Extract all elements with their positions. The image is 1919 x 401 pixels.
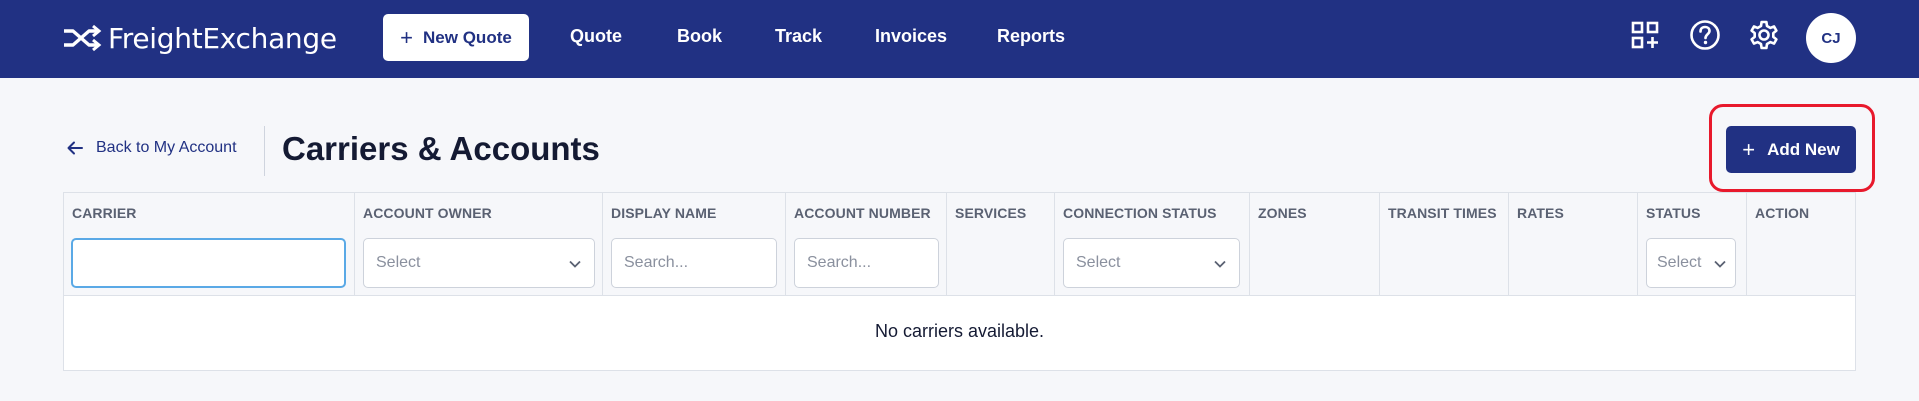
column-header-label: SERVICES [955, 205, 1027, 221]
shuffle-arrows-icon [64, 24, 102, 52]
column-header-label: ZONES [1258, 205, 1307, 221]
header-divider [264, 126, 265, 176]
empty-state-message: No carriers available. [874, 321, 1045, 341]
column-header-label: ACCOUNT NUMBER [794, 205, 931, 221]
table-header: CARRIER ACCOUNT OWNER Select DISPLAY NAM… [64, 193, 1855, 296]
plus-icon: + [400, 24, 414, 50]
column-services: SERVICES [947, 193, 1055, 296]
brand-logo[interactable]: FreightExchange [62, 20, 337, 56]
status-select[interactable]: Select [1646, 238, 1736, 288]
column-header-label: DISPLAY NAME [611, 205, 717, 221]
column-carrier: CARRIER [64, 193, 355, 296]
nav-link-track[interactable]: Track [775, 26, 822, 47]
column-zones: ZONES [1250, 193, 1380, 296]
carrier-filter-input[interactable] [71, 238, 346, 288]
help-icon[interactable] [1688, 18, 1722, 52]
settings-gear-icon[interactable] [1747, 18, 1781, 52]
column-header-label: TRANSIT TIMES [1388, 205, 1497, 221]
column-display-name: DISPLAY NAME Search... [603, 193, 786, 296]
column-header-label: ACCOUNT OWNER [363, 205, 492, 221]
back-link-label: Back to My Account [96, 139, 237, 156]
brand-name: FreightExchange [108, 21, 337, 55]
top-navbar: FreightExchange + New Quote Quote Book T… [0, 0, 1919, 78]
add-new-label: Add New [1767, 139, 1840, 159]
column-transit-times: TRANSIT TIMES [1380, 193, 1509, 296]
column-account-number: ACCOUNT NUMBER Search... [786, 193, 947, 296]
nav-link-reports[interactable]: Reports [997, 26, 1065, 47]
apps-add-icon[interactable] [1628, 18, 1662, 52]
new-quote-label: New Quote [423, 27, 512, 47]
display-name-search-input[interactable]: Search... [611, 238, 777, 288]
account-number-search-input[interactable]: Search... [794, 238, 939, 288]
user-avatar[interactable]: CJ [1806, 13, 1856, 63]
column-account-owner: ACCOUNT OWNER Select [355, 193, 603, 296]
carriers-table: CARRIER ACCOUNT OWNER Select DISPLAY NAM… [63, 192, 1856, 371]
column-header-label: STATUS [1646, 205, 1701, 221]
column-rates: RATES [1509, 193, 1638, 296]
arrow-left-icon [67, 141, 83, 155]
select-value: Select [1076, 254, 1121, 271]
column-header-label: CONNECTION STATUS [1063, 205, 1217, 221]
account-owner-select[interactable]: Select [363, 238, 595, 288]
chevron-down-icon [1714, 260, 1726, 268]
connection-status-select[interactable]: Select [1063, 238, 1240, 288]
select-value: Select [376, 254, 421, 271]
column-action: ACTION [1747, 193, 1857, 296]
add-new-button[interactable]: + Add New [1726, 126, 1856, 173]
nav-link-book[interactable]: Book [677, 26, 722, 47]
column-header-label: ACTION [1755, 205, 1810, 221]
search-placeholder: Search... [807, 254, 872, 271]
page-title: Carriers & Accounts [282, 130, 600, 167]
column-status: STATUS Select [1638, 193, 1747, 296]
nav-link-quote[interactable]: Quote [570, 26, 622, 47]
nav-link-invoices[interactable]: Invoices [875, 26, 947, 47]
chevron-down-icon [1214, 260, 1226, 268]
new-quote-button[interactable]: + New Quote [383, 14, 529, 61]
column-header-label: RATES [1517, 205, 1564, 221]
back-to-account-link[interactable]: Back to My Account [66, 139, 237, 157]
plus-icon: + [1742, 136, 1756, 162]
select-value: Select [1657, 254, 1702, 271]
column-header-label: CARRIER [72, 205, 137, 221]
chevron-down-icon [569, 260, 581, 268]
search-placeholder: Search... [624, 254, 689, 271]
column-connection-status: CONNECTION STATUS Select [1055, 193, 1250, 296]
